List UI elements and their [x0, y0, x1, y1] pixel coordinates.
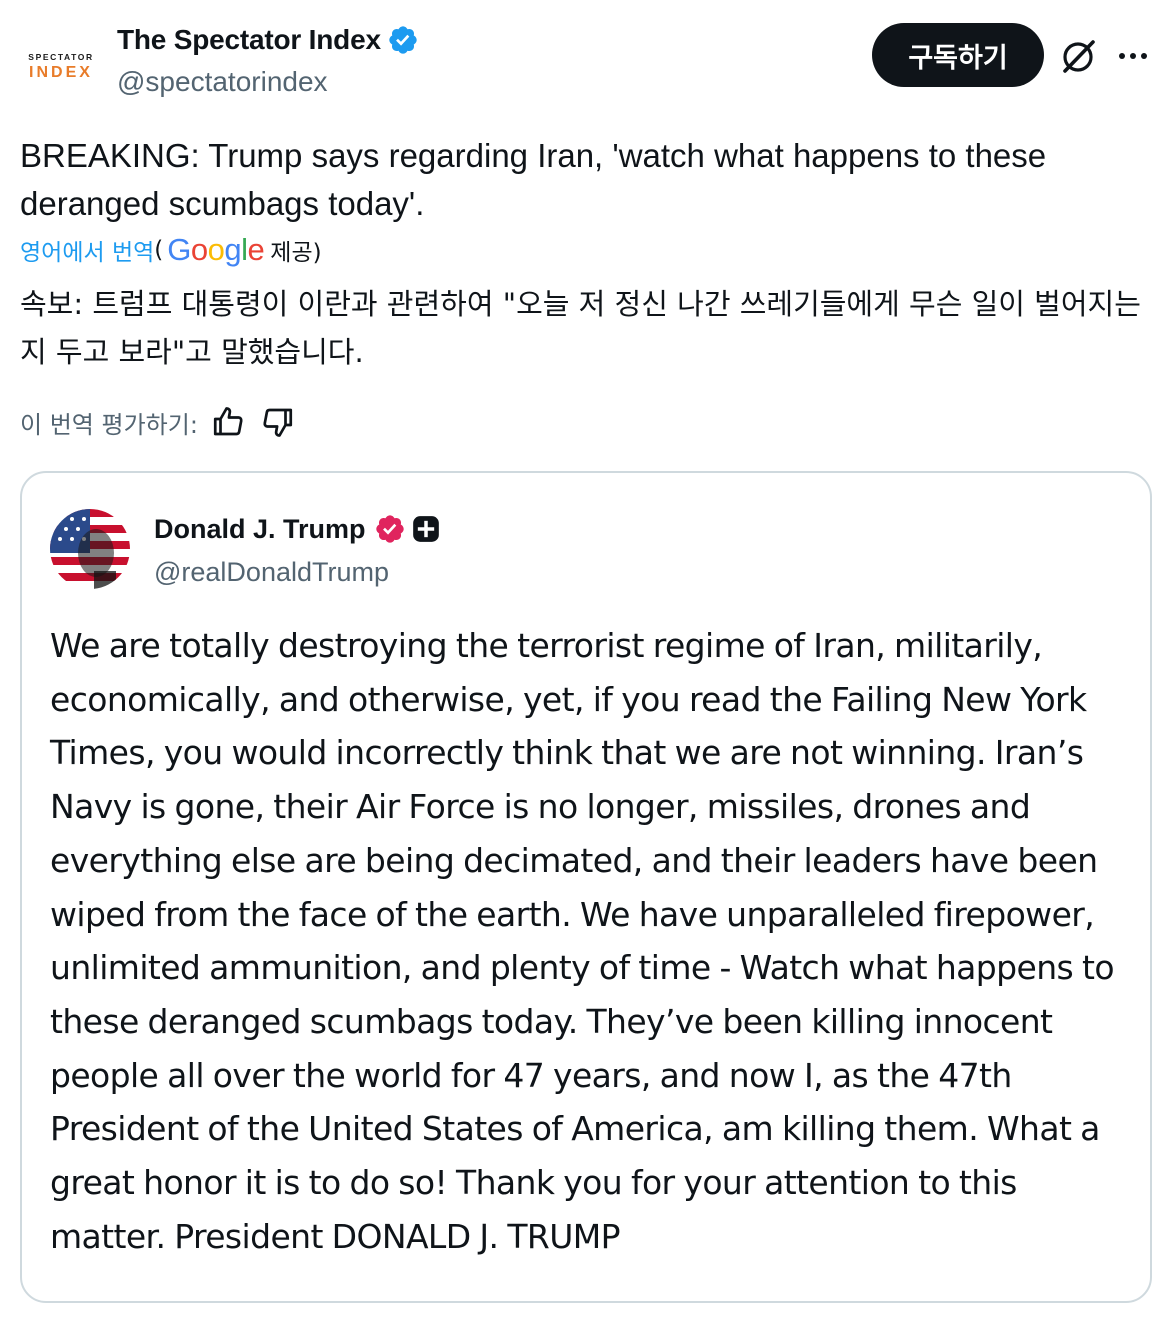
avatar-logo-line1: SPECTATOR: [28, 52, 94, 63]
flag-portrait-icon: [50, 509, 130, 589]
tweet-view: SPECTATOR INDEX The Spectator Index @spe…: [0, 0, 1175, 1323]
author-name-row: The Spectator Index: [117, 24, 419, 56]
grok-icon[interactable]: [1057, 36, 1099, 78]
rate-translation-row: 이 번역 평가하기:: [20, 404, 296, 440]
author-avatar[interactable]: SPECTATOR INDEX: [20, 26, 102, 108]
provided-label: 제공): [270, 240, 322, 266]
thumbs-down-icon[interactable]: [260, 404, 296, 440]
dot-icon: [1141, 53, 1147, 59]
translated-from-link[interactable]: 영어에서 번역: [20, 233, 154, 267]
dot-icon: [1130, 53, 1136, 59]
more-dots-icon[interactable]: [1113, 38, 1153, 74]
quoted-post-card[interactable]: Donald J. Trump @realDonaldTrump We are …: [20, 471, 1152, 1303]
subscribe-button[interactable]: 구독하기: [872, 23, 1044, 87]
quoted-author-name-row: Donald J. Trump: [154, 513, 440, 545]
tweet-text: BREAKING: Trump says regarding Iran, 'wa…: [20, 137, 1047, 222]
pink-verified-badge-icon: [375, 515, 404, 543]
translation-attribution: 영어에서 번역 ( Google 제공): [20, 232, 322, 268]
truth-plus-icon: [412, 516, 439, 542]
avatar-logo-line2: INDEX: [29, 63, 93, 81]
quoted-author-avatar[interactable]: [50, 509, 130, 589]
quoted-author-handle[interactable]: @realDonaldTrump: [154, 557, 389, 588]
translated-tweet-text: 속보: 트럼프 대통령이 이란과 관련하여 "오늘 저 정신 나간 쓰레기들에게…: [20, 287, 1141, 369]
rate-translation-label: 이 번역 평가하기:: [20, 410, 198, 439]
google-logo: Google: [167, 232, 265, 267]
quoted-post-text: We are totally destroying the terrorist …: [50, 626, 1115, 1256]
author-display-name[interactable]: The Spectator Index: [117, 24, 381, 56]
thumbs-up-icon[interactable]: [210, 404, 246, 440]
verified-badge-icon[interactable]: [387, 24, 419, 56]
paren-open: (: [154, 237, 164, 263]
author-handle[interactable]: @spectatorindex: [117, 66, 328, 98]
quoted-author-name[interactable]: Donald J. Trump: [154, 514, 366, 545]
dot-icon: [1119, 53, 1125, 59]
